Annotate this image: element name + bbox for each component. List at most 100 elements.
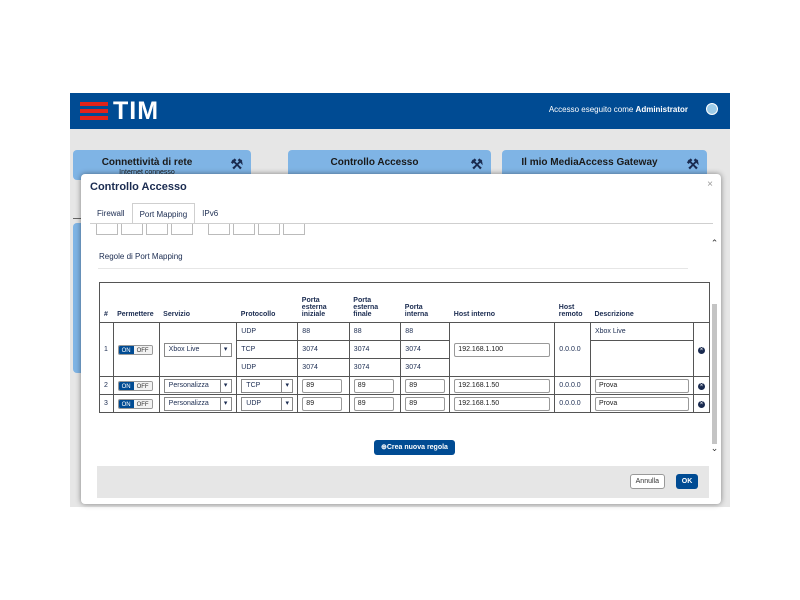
internal-port-input[interactable]: 89 xyxy=(405,396,446,411)
remote-host-value: 0.0.0.0 xyxy=(554,376,591,395)
service-value: Personalizza xyxy=(168,400,209,407)
ip-octet-field[interactable] xyxy=(258,224,280,235)
table-row: 3 ON OFF Personalizza ▾ UDP ▾ 89 89 89 192.… xyxy=(99,394,711,413)
protocol-value: TCP xyxy=(236,340,299,359)
row-number: 2 xyxy=(99,376,114,395)
ip-range-fields xyxy=(96,224,305,235)
internal-port-input[interactable]: 89 xyxy=(405,378,446,393)
internal-port-value: 3074 xyxy=(400,358,451,377)
host-cell: 192.168.1.50 xyxy=(449,376,556,395)
service-select[interactable]: Xbox Live ▾ xyxy=(163,342,232,357)
delete-icon[interactable]: × xyxy=(697,346,705,354)
ip-octet-field[interactable] xyxy=(171,224,193,235)
ext-start-input[interactable]: 89 xyxy=(302,396,343,411)
row-number: 1 xyxy=(99,322,114,377)
protocol-select[interactable]: UDP ▾ xyxy=(241,396,294,411)
tim-logo: TIM xyxy=(80,97,159,125)
internal-host-input[interactable]: 192.168.1.100 xyxy=(454,342,551,357)
cancel-button[interactable]: Annulla xyxy=(629,474,665,489)
col-actions xyxy=(693,283,709,323)
chevron-down-icon: ▾ xyxy=(281,397,292,410)
chevron-down-icon: ▾ xyxy=(219,343,231,356)
modal-content[interactable]: Regole di Port Mapping # Permettere Serv… xyxy=(90,224,711,462)
delete-icon[interactable]: × xyxy=(697,400,705,408)
description-cell: Prova xyxy=(589,376,694,395)
toggle-on[interactable]: ON xyxy=(118,399,134,408)
language-globe-icon[interactable] xyxy=(706,103,718,115)
internal-port-value: 3074 xyxy=(400,340,451,359)
toggle-off[interactable]: OFF xyxy=(133,381,152,390)
access-control-modal: Controllo Accesso × Firewall Port Mappin… xyxy=(81,174,721,504)
ext-end-cell: 89 xyxy=(348,376,402,395)
internal-port-value: 88 xyxy=(400,322,451,341)
col-protocol: Protocollo xyxy=(240,311,276,318)
protocol-cell: UDP ▾ xyxy=(236,394,299,413)
ip-octet-field[interactable] xyxy=(233,224,255,235)
host-cell: 192.168.1.50 xyxy=(449,394,556,413)
protocol-cell: TCP ▾ xyxy=(236,376,299,395)
port-mapping-table: # Permettere Servizio Protocollo Porta e… xyxy=(99,282,711,413)
ok-button[interactable]: OK xyxy=(676,474,698,489)
col-ext-end: Porta esterna finale xyxy=(353,297,379,318)
close-icon[interactable]: × xyxy=(707,179,713,190)
section-title: Regole di Port Mapping xyxy=(99,252,183,261)
ip-octet-field[interactable] xyxy=(283,224,305,235)
delete-icon[interactable]: × xyxy=(697,382,705,390)
toggle-on[interactable]: ON xyxy=(118,381,134,390)
description-value: Xbox Live xyxy=(589,322,694,341)
chevron-down-icon[interactable]: ⌄ xyxy=(710,443,719,453)
card-title: Connettività di rete xyxy=(101,157,193,168)
tab-port-mapping[interactable]: Port Mapping xyxy=(131,203,196,224)
host-cell: 192.168.1.100 xyxy=(449,322,556,377)
login-prefix: Accesso eseguito come xyxy=(548,105,634,114)
remote-host-value: 0.0.0.0 xyxy=(554,394,591,413)
allow-toggle[interactable]: ON OFF xyxy=(117,398,153,409)
service-select[interactable]: Personalizza ▾ xyxy=(163,378,232,393)
scroll-thumb[interactable] xyxy=(712,304,717,444)
ip-octet-field[interactable] xyxy=(96,224,118,235)
allow-toggle[interactable]: ON OFF xyxy=(117,344,153,355)
add-rule-button[interactable]: ⊕Crea nuova regola xyxy=(374,440,455,455)
ip-octet-field[interactable] xyxy=(121,224,143,235)
service-cell: Personalizza ▾ xyxy=(158,376,238,395)
service-cell: Personalizza ▾ xyxy=(158,394,238,413)
delete-cell: × xyxy=(692,394,711,413)
col-remote-host: Host remoto xyxy=(558,304,583,318)
ip-octet-field[interactable] xyxy=(146,224,168,235)
allow-toggle[interactable]: ON OFF xyxy=(117,380,153,391)
ext-start-value: 3074 xyxy=(297,358,350,377)
col-number: # xyxy=(104,311,108,318)
ext-start-input[interactable]: 89 xyxy=(302,378,343,393)
internal-host-input[interactable]: 192.168.1.50 xyxy=(454,396,551,411)
toggle-off[interactable]: OFF xyxy=(133,345,152,354)
col-ext-start: Porta esterna iniziale xyxy=(301,297,327,318)
internal-port-cell: 89 xyxy=(400,394,451,413)
tab-firewall[interactable]: Firewall xyxy=(90,203,132,224)
tab-ipv6[interactable]: IPv6 xyxy=(195,203,225,224)
protocol-value: TCP xyxy=(246,382,261,389)
internal-port-cell: 89 xyxy=(400,376,451,395)
description-input[interactable]: Prova xyxy=(594,378,689,393)
service-select[interactable]: Personalizza ▾ xyxy=(163,396,232,411)
internal-host-input[interactable]: 192.168.1.50 xyxy=(454,378,551,393)
allow-toggle-cell: ON OFF xyxy=(112,376,160,395)
card-title: Controllo Accesso xyxy=(330,157,419,168)
ext-end-input[interactable]: 89 xyxy=(353,378,394,393)
ip-octet-field[interactable] xyxy=(208,224,230,235)
col-description: Descrizione xyxy=(594,311,634,318)
service-value: Personalizza xyxy=(168,382,209,389)
ext-end-value: 88 xyxy=(348,322,402,341)
modal-title: Controllo Accesso xyxy=(90,181,187,193)
ext-end-input[interactable]: 89 xyxy=(353,396,394,411)
content-scrollbar[interactable]: ⌃ ⌄ xyxy=(710,232,719,457)
ext-start-value: 3074 xyxy=(297,340,350,359)
protocol-select[interactable]: TCP ▾ xyxy=(241,378,294,393)
toggle-off[interactable]: OFF xyxy=(133,399,152,408)
chevron-up-icon[interactable]: ⌃ xyxy=(710,238,719,248)
toggle-on[interactable]: ON xyxy=(118,345,134,354)
delete-cell: × xyxy=(692,322,711,377)
description-input[interactable]: Prova xyxy=(594,396,689,411)
col-allow: Permettere xyxy=(117,311,154,318)
delete-cell: × xyxy=(692,376,711,395)
col-service: Servizio xyxy=(163,311,191,318)
